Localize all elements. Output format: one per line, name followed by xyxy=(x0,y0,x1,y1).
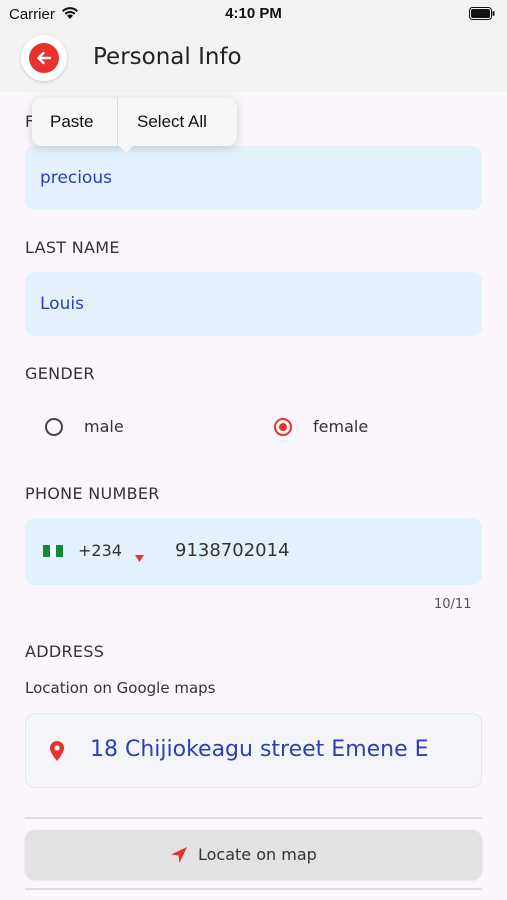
select-all-menu-item[interactable]: Select All xyxy=(137,112,207,132)
address-sublabel: Location on Google maps xyxy=(25,679,216,697)
text-context-menu: Paste Select All xyxy=(32,98,237,153)
address-label: ADDRESS xyxy=(25,642,105,661)
address-value: 18 Chijiokeagu street Emene E xyxy=(90,737,429,762)
gender-male-radio[interactable] xyxy=(45,418,63,436)
app-bar: Personal Info xyxy=(0,30,507,92)
gender-male-label: male xyxy=(84,417,124,436)
status-bar: Carrier 4:10 PM xyxy=(0,0,507,30)
status-time: 4:10 PM xyxy=(225,5,282,22)
navigation-arrow-icon xyxy=(169,845,189,869)
phone-label: PHONE NUMBER xyxy=(25,484,160,503)
nigeria-flag-icon[interactable] xyxy=(43,545,64,557)
menu-divider xyxy=(117,98,118,146)
divider-bottom xyxy=(25,888,482,890)
last-name-label: LAST NAME xyxy=(25,238,120,257)
gender-female-radio[interactable] xyxy=(274,418,292,436)
back-button[interactable] xyxy=(21,35,67,81)
divider-top xyxy=(25,817,482,819)
battery-icon xyxy=(469,7,495,25)
phone-field: +234 9138702014 xyxy=(25,518,482,585)
locate-button-label: Locate on map xyxy=(198,845,317,864)
address-field[interactable]: 18 Chijiokeagu street Emene E xyxy=(25,713,482,788)
first-name-field[interactable]: precious xyxy=(25,146,482,210)
phone-char-counter: 10/11 xyxy=(434,597,472,612)
location-pin-icon xyxy=(48,740,66,766)
country-code[interactable]: +234 xyxy=(78,541,122,560)
last-name-field[interactable]: Louis xyxy=(25,272,482,336)
last-name-value: Louis xyxy=(40,294,84,314)
back-arrow-icon xyxy=(29,43,59,73)
page-title: Personal Info xyxy=(93,44,242,70)
gender-label: GENDER xyxy=(25,364,95,383)
locate-on-map-button[interactable]: Locate on map xyxy=(25,830,482,879)
paste-menu-item[interactable]: Paste xyxy=(50,112,93,132)
phone-number-input[interactable]: 9138702014 xyxy=(175,540,290,561)
country-dropdown-icon[interactable] xyxy=(135,547,144,566)
first-name-value: precious xyxy=(40,168,112,188)
gender-female-label: female xyxy=(313,417,369,436)
menu-pointer xyxy=(118,145,134,153)
